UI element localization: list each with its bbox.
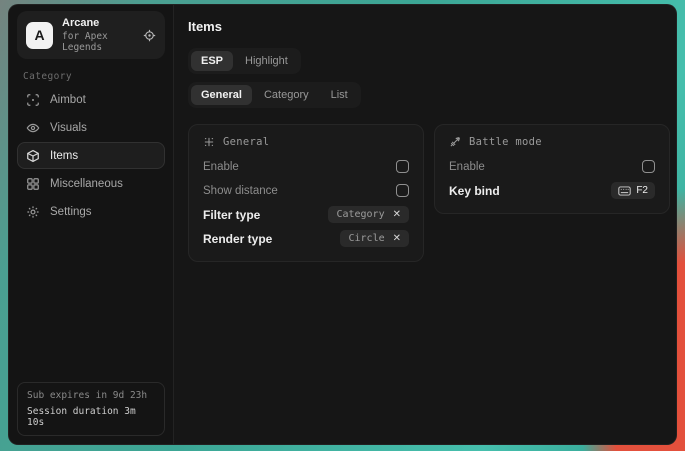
app-window: A Arcane for Apex Legends Category xyxy=(8,4,677,445)
cube-icon xyxy=(26,149,40,163)
gear-icon xyxy=(26,205,40,219)
sidebar-item-aimbot[interactable]: Aimbot xyxy=(17,86,165,113)
setting-row-key-bind: Key bind F2 xyxy=(449,179,655,202)
sidebar-section-label: Category xyxy=(23,71,165,82)
keyboard-icon xyxy=(618,186,631,196)
panel-battle-mode-header: Battle mode xyxy=(449,136,655,148)
tab-list[interactable]: List xyxy=(321,85,358,105)
selected-value: Circle xyxy=(348,233,384,244)
setting-label: Enable xyxy=(449,161,485,173)
main-content: Items ESP Highlight General Category Lis… xyxy=(174,5,677,444)
render-type-select[interactable]: Circle ✕ xyxy=(340,230,409,247)
keybind-button[interactable]: F2 xyxy=(611,182,655,199)
brand-text: Arcane for Apex Legends xyxy=(62,17,134,53)
sidebar-item-settings[interactable]: Settings xyxy=(17,198,165,225)
page-title: Items xyxy=(188,19,670,34)
tab-esp[interactable]: ESP xyxy=(191,51,233,71)
selected-value: Category xyxy=(336,209,384,220)
enable-checkbox[interactable] xyxy=(396,160,409,173)
panel-general: General Enable Show distance Filter type… xyxy=(188,124,424,262)
tab-highlight[interactable]: Highlight xyxy=(235,51,298,71)
show-distance-checkbox[interactable] xyxy=(396,184,409,197)
sidebar-spacer xyxy=(17,225,165,382)
sword-icon xyxy=(449,136,461,148)
general-grid-icon xyxy=(203,136,215,148)
keybind-value: F2 xyxy=(636,185,648,196)
sidebar-nav: Aimbot Visuals Items xyxy=(17,86,165,225)
eye-icon xyxy=(26,121,40,135)
setting-label: Show distance xyxy=(203,185,278,197)
app-subtitle: for Apex Legends xyxy=(62,32,134,54)
app-name: Arcane xyxy=(62,17,134,30)
mode-tabs: ESP Highlight xyxy=(188,48,301,74)
clear-icon[interactable]: ✕ xyxy=(393,210,401,220)
tab-category[interactable]: Category xyxy=(254,85,319,105)
panel-general-header: General xyxy=(203,136,409,148)
app-logo: A xyxy=(26,22,53,49)
sidebar-item-label: Visuals xyxy=(50,122,87,134)
setting-row-render-type: Render type Circle ✕ xyxy=(203,227,409,250)
sidebar-item-label: Items xyxy=(50,150,78,162)
sidebar-item-miscellaneous[interactable]: Miscellaneous xyxy=(17,170,165,197)
sidebar-item-label: Aimbot xyxy=(50,94,86,106)
setting-row-enable: Enable xyxy=(203,155,409,178)
subscription-info-card: Sub expires in 9d 23h Session duration 3… xyxy=(17,382,165,436)
crosshair-scan-icon xyxy=(26,93,40,107)
clear-icon[interactable]: ✕ xyxy=(393,234,401,244)
setting-row-show-distance: Show distance xyxy=(203,179,409,202)
tab-general[interactable]: General xyxy=(191,85,252,105)
sidebar-item-label: Settings xyxy=(50,206,92,218)
sidebar: A Arcane for Apex Legends Category xyxy=(9,5,174,444)
filter-type-select[interactable]: Category ✕ xyxy=(328,206,409,223)
panel-title: General xyxy=(223,136,269,148)
panel-title: Battle mode xyxy=(469,136,542,148)
target-icon xyxy=(143,29,156,42)
setting-label: Render type xyxy=(203,232,272,246)
session-duration-text: Session duration 3m 10s xyxy=(27,406,155,428)
battle-enable-checkbox[interactable] xyxy=(642,160,655,173)
sidebar-item-items[interactable]: Items xyxy=(17,142,165,169)
sidebar-item-visuals[interactable]: Visuals xyxy=(17,114,165,141)
panels-row: General Enable Show distance Filter type… xyxy=(188,124,670,262)
setting-label: Key bind xyxy=(449,184,500,198)
sidebar-item-label: Miscellaneous xyxy=(50,178,123,190)
setting-label: Enable xyxy=(203,161,239,173)
setting-label: Filter type xyxy=(203,208,260,222)
sub-tabs: General Category List xyxy=(188,82,361,108)
setting-row-enable: Enable xyxy=(449,155,655,178)
brand-card: A Arcane for Apex Legends xyxy=(17,11,165,59)
grid-icon xyxy=(26,177,40,191)
setting-row-filter-type: Filter type Category ✕ xyxy=(203,203,409,226)
panel-battle-mode: Battle mode Enable Key bind xyxy=(434,124,670,214)
sub-expiry-text: Sub expires in 9d 23h xyxy=(27,390,155,401)
